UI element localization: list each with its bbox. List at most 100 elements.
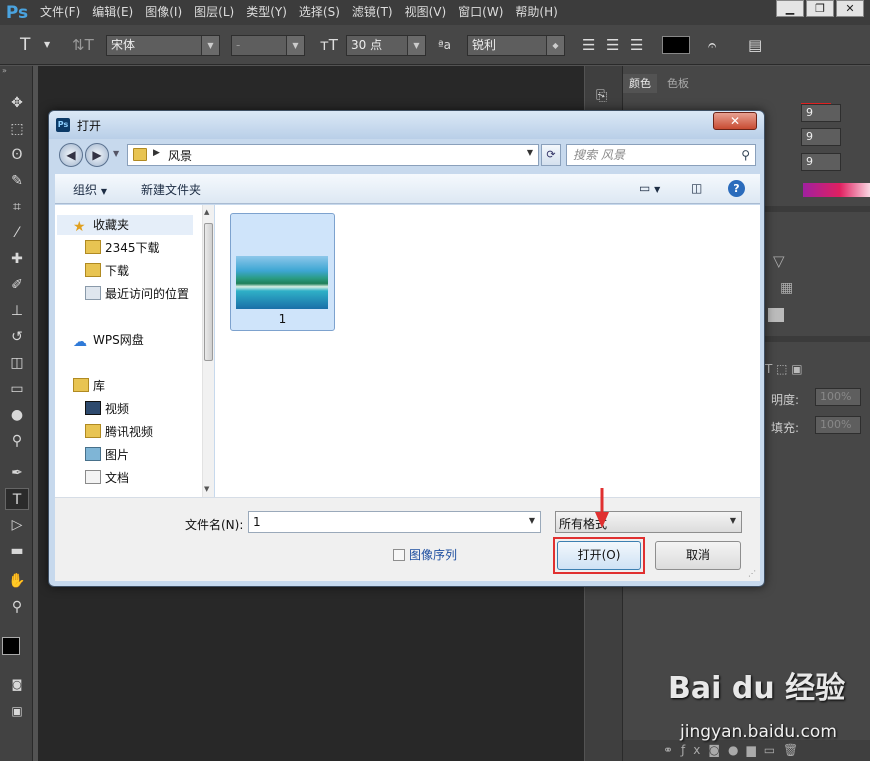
scroll-down-icon[interactable]: ▼ [204,485,209,493]
layers-footer-icons[interactable]: ⚭ƒx◙●▆▭🗑 [623,740,870,761]
mask-icon[interactable] [768,308,784,322]
foreground-color-swatch[interactable] [2,637,20,655]
nav-2345-downloads[interactable]: 2345下载 [85,238,160,258]
history-brush-icon[interactable]: ↺ [5,326,29,348]
tab-swatches[interactable]: 色板 [661,74,695,93]
scroll-up-icon[interactable]: ▲ [204,208,209,216]
file-item[interactable]: 1 [230,213,335,331]
crop-tool-icon[interactable]: ⌗ [5,196,29,218]
grid-icon[interactable]: ▦ [780,280,793,296]
collapse-icon[interactable]: » [2,66,7,75]
panel-toggle-icon[interactable]: ▤ [748,35,762,55]
color-spectrum[interactable] [803,183,870,197]
warp-text-icon[interactable]: 𝄐 [708,35,716,55]
fill-value[interactable]: 100% [815,416,861,434]
adjust-icon[interactable]: ▽ [773,252,785,270]
menu-layer[interactable]: 图层(L) [188,0,240,25]
forward-button[interactable]: ▶ [85,143,109,167]
help-icon[interactable]: ? [728,180,745,197]
preview-pane-icon[interactable]: ◫ [691,181,702,195]
nav-wps-drive[interactable]: ☁ WPS网盘 [73,330,144,350]
dialog-close-button[interactable]: ✕ [713,112,757,130]
menu-filter[interactable]: 滤镜(T) [346,0,399,25]
view-options-icon[interactable]: ▭ ▼ [639,181,660,195]
history-panel-icon[interactable]: ⎘ [596,88,607,104]
menu-edit[interactable]: 编辑(E) [86,0,139,25]
quick-select-tool-icon[interactable]: ✎ [5,170,29,192]
blur-tool-icon[interactable]: ● [5,404,29,426]
nav-tencent-video[interactable]: 腾讯视频 [85,422,153,442]
menu-view[interactable]: 视图(V) [399,0,453,25]
dodge-tool-icon[interactable]: ⚲ [5,430,29,452]
resize-grip-icon[interactable]: ⋰ [748,569,758,579]
chevron-down-icon[interactable]: ▼ [44,35,50,55]
image-sequence-label[interactable]: 图像序列 [409,546,457,563]
align-left-icon[interactable]: ☰ [582,35,595,55]
shape-tool-icon[interactable]: ▬ [5,540,29,562]
screen-mode-icon[interactable]: ▣ [5,700,29,722]
antialias-select[interactable]: 锐利 ◆ [467,35,565,56]
eyedropper-tool-icon[interactable]: ⁄ [5,222,29,244]
blue-value[interactable]: 9 [801,153,841,171]
nav-downloads[interactable]: 下载 [85,261,129,281]
open-button[interactable]: 打开(O) [557,541,641,570]
search-input[interactable]: 搜索 风景 ⚲ [566,144,756,166]
minimize-button[interactable]: ▁ [776,0,804,17]
scroll-thumb[interactable] [204,223,213,361]
menu-type[interactable]: 类型(Y) [240,0,293,25]
menu-image[interactable]: 图像(I) [139,0,188,25]
text-color-swatch[interactable] [662,36,690,54]
red-value[interactable]: 9 [801,104,841,122]
nav-scrollbar[interactable]: ▲ ▼ [202,205,214,497]
stamp-tool-icon[interactable]: ⊥ [5,300,29,322]
gradient-tool-icon[interactable]: ▭ [5,378,29,400]
close-app-button[interactable]: ✕ [836,0,864,17]
image-sequence-checkbox[interactable] [393,549,405,561]
opacity-value[interactable]: 100% [815,388,861,406]
search-icon[interactable]: ⚲ [741,145,750,165]
nav-pictures[interactable]: 图片 [85,445,129,465]
filename-input[interactable]: 1 ▼ [248,511,541,533]
menu-file[interactable]: 文件(F) [34,0,86,25]
nav-library[interactable]: 库 [73,376,105,396]
green-value[interactable]: 9 [801,128,841,146]
recent-pages-icon[interactable]: ▼ [113,149,119,158]
refresh-button[interactable]: ⟳ [541,144,561,166]
text-orientation-icon[interactable]: ⇅T [72,35,94,55]
tab-color[interactable]: 颜色 [623,74,657,93]
nav-documents[interactable]: 文档 [85,468,129,488]
menu-select[interactable]: 选择(S) [293,0,346,25]
chevron-down-icon[interactable]: ▼ [529,516,535,525]
pen-tool-icon[interactable]: ✒ [5,462,29,484]
hand-tool-icon[interactable]: ✋ [5,570,29,592]
menu-window[interactable]: 窗口(W) [452,0,509,25]
zoom-tool-icon[interactable]: ⚲ [5,596,29,618]
nav-recent[interactable]: 最近访问的位置 [85,284,189,304]
quick-mask-icon[interactable]: ◙ [5,674,29,696]
cancel-button[interactable]: 取消 [655,541,741,570]
filetype-select[interactable]: 所有格式 ▼ [555,511,742,533]
chevron-down-icon[interactable]: ▼ [527,148,533,157]
brush-tool-icon[interactable]: ✐ [5,274,29,296]
align-center-icon[interactable]: ☰ [606,35,619,55]
font-size-select[interactable]: 30 点 ▼ [346,35,426,56]
organize-button[interactable]: 组织 ▼ [73,181,107,198]
move-tool-icon[interactable]: ✥ [5,92,29,114]
lasso-tool-icon[interactable]: ʘ [5,144,29,166]
type-tool-icon[interactable]: T [20,35,30,55]
path-field[interactable]: ▶ 风景 ▼ [127,144,539,166]
font-family-select[interactable]: 宋体 ▼ [106,35,220,56]
new-folder-button[interactable]: 新建文件夹 [141,181,201,198]
nav-videos[interactable]: 视频 [85,399,129,419]
healing-tool-icon[interactable]: ✚ [5,248,29,270]
menu-help[interactable]: 帮助(H) [509,0,563,25]
align-right-icon[interactable]: ☰ [630,35,643,55]
back-button[interactable]: ◀ [59,143,83,167]
layer-filter-icons[interactable]: T ⬚ ▣ [765,362,803,376]
nav-favorites[interactable]: ★ 收藏夹 [57,215,193,235]
maximize-button[interactable]: ❐ [806,0,834,17]
font-style-select[interactable]: - ▼ [231,35,305,56]
path-select-tool-icon[interactable]: ▷ [5,514,29,536]
chevron-right-icon[interactable]: ▶ [153,148,160,158]
marquee-tool-icon[interactable]: ⬚ [5,118,29,140]
